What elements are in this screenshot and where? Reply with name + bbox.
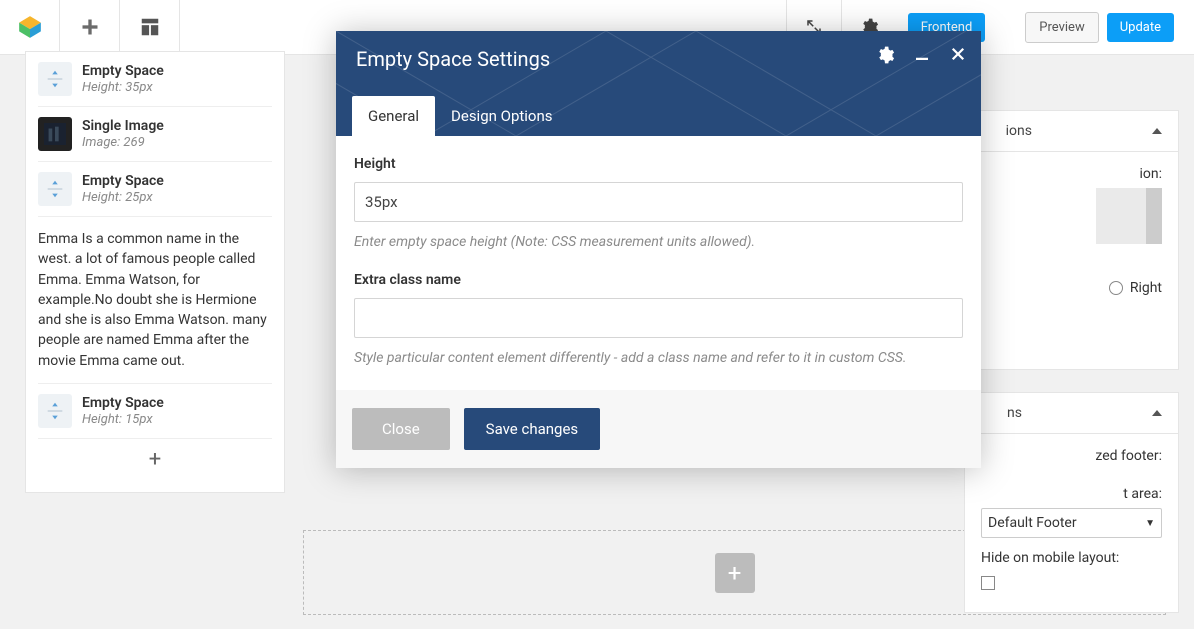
tree-item-subtitle: Height: 35px	[82, 80, 164, 96]
panel-header[interactable]: ions	[964, 110, 1179, 152]
preview-button[interactable]: Preview	[1025, 12, 1098, 43]
add-element-button[interactable]	[60, 0, 120, 55]
tree-item-subtitle: Height: 15px	[82, 412, 164, 428]
modal-close-icon[interactable]	[949, 45, 967, 65]
tree-item-subtitle: Height: 25px	[82, 190, 164, 206]
tree-item-title: Single Image	[82, 118, 164, 135]
modal-minimize-icon[interactable]	[913, 45, 931, 65]
panel-header[interactable]: ns	[964, 392, 1179, 434]
height-hint: Enter empty space height (Note: CSS meas…	[354, 234, 963, 250]
wpbakery-logo-icon	[0, 0, 60, 55]
area-label: t area:	[981, 486, 1162, 502]
empty-space-icon	[38, 172, 72, 206]
height-input[interactable]	[354, 182, 963, 222]
update-button[interactable]: Update	[1107, 13, 1174, 42]
templates-button[interactable]	[120, 0, 180, 55]
empty-space-icon	[38, 62, 72, 96]
tree-item-title: Empty Space	[82, 63, 164, 80]
height-label: Height	[354, 156, 963, 172]
extra-class-input[interactable]	[354, 298, 963, 338]
save-changes-button[interactable]: Save changes	[464, 408, 600, 450]
right-sidebar: ions ion: Right ns zed footer: t area: D…	[964, 110, 1179, 613]
position-preview-icon[interactable]	[1096, 188, 1162, 244]
hide-mobile-label: Hide on mobile layout:	[981, 550, 1162, 566]
tree-item-empty-space[interactable]: Empty Space Height: 15px	[38, 383, 272, 438]
tree-item-text-block[interactable]: Emma Is a common name in the west. a lot…	[38, 216, 272, 383]
extra-class-label: Extra class name	[354, 272, 963, 288]
tree-item-empty-space[interactable]: Empty Space Height: 35px	[38, 52, 272, 106]
collapse-caret-icon	[1152, 410, 1162, 416]
position-right-radio[interactable]	[1109, 281, 1123, 295]
tree-item-single-image[interactable]: Single Image Image: 269	[38, 106, 272, 161]
tree-item-title: Empty Space	[82, 173, 164, 190]
tree-item-title: Empty Space	[82, 395, 164, 412]
add-element-plus-button[interactable]: +	[38, 438, 272, 480]
hide-mobile-checkbox[interactable]	[981, 576, 995, 590]
footer-area-select[interactable]: Default Footer▼	[981, 508, 1162, 538]
tree-sidebar: Empty Space Height: 35px Single Image Im…	[0, 55, 285, 615]
empty-space-icon	[38, 394, 72, 428]
modal-settings-icon[interactable]	[875, 45, 895, 65]
close-button[interactable]: Close	[352, 408, 450, 450]
image-thumb-icon	[38, 117, 72, 151]
footer-label: zed footer:	[981, 448, 1162, 464]
tree-item-subtitle: Image: 269	[82, 135, 164, 151]
tree-item-empty-space[interactable]: Empty Space Height: 25px	[38, 161, 272, 216]
tab-design-options[interactable]: Design Options	[435, 96, 569, 136]
position-label: ion:	[981, 166, 1162, 182]
extra-class-hint: Style particular content element differe…	[354, 350, 963, 366]
collapse-caret-icon	[1152, 128, 1162, 134]
settings-modal: Empty Space Settings General Design Opti…	[336, 31, 981, 468]
tab-general[interactable]: General	[352, 96, 435, 136]
add-content-button[interactable]: +	[715, 553, 755, 593]
